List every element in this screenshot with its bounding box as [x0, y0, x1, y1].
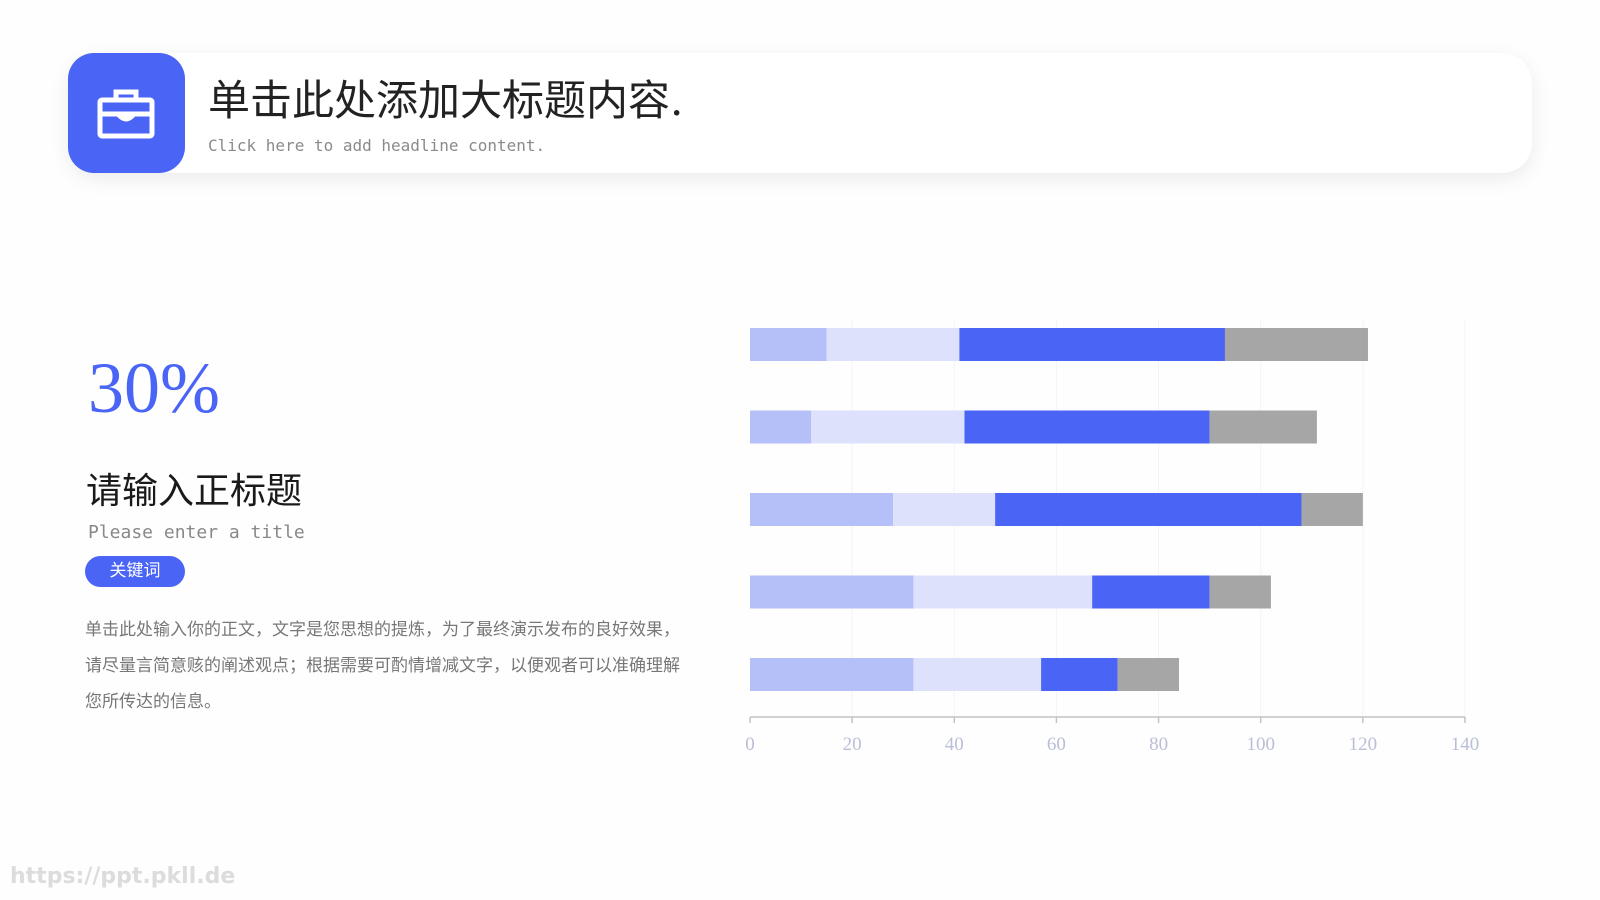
x-tick-label: 120: [1349, 734, 1378, 755]
bar-segment-2-2: [811, 410, 965, 444]
briefcase-icon: [97, 89, 155, 139]
bar-segment-4-3: [1092, 575, 1210, 609]
bar-segment-5-2: [913, 658, 1042, 691]
page-title: 单击此处添加大标题内容.: [208, 76, 684, 125]
x-tick-label: 80: [1149, 734, 1168, 755]
x-tick-label: 60: [1047, 734, 1066, 755]
bar-segment-1-2: [826, 328, 960, 361]
keyword-badge: 关键词: [85, 556, 185, 587]
bar-segment-3-4: [1301, 493, 1363, 526]
x-tick-label: 0: [745, 734, 755, 755]
slide: 单击此处添加大标题内容. Click here to add headline …: [0, 0, 1600, 900]
page-subtitle: Click here to add headline content.: [208, 136, 546, 155]
x-tick-label: 140: [1451, 734, 1480, 755]
bar-segment-5-3: [1041, 658, 1118, 691]
section-title: 请输入正标题: [86, 471, 303, 512]
header-icon-box: [68, 53, 185, 173]
bar-segment-3-1: [750, 493, 893, 526]
x-tick-label: 100: [1246, 734, 1275, 755]
bar-segment-4-4: [1209, 575, 1271, 609]
bar-segment-3-3: [995, 493, 1302, 526]
x-tick-label: 40: [945, 734, 964, 755]
body-paragraph: 单击此处输入你的正文，文字是您思想的提炼，为了最终演示发布的良好效果，请尽量言简…: [85, 620, 680, 712]
percent-value: 30%: [88, 348, 220, 428]
bar-segment-2-3: [964, 410, 1210, 444]
section-subtitle: Please enter a title: [88, 522, 305, 543]
watermark: https://ppt.pkll.de: [10, 864, 236, 889]
bar-segment-4-2: [913, 575, 1093, 609]
bar-segment-2-1: [750, 410, 812, 444]
bar-segment-5-1: [750, 658, 914, 691]
bar-segment-1-1: [750, 328, 827, 361]
bar-segment-2-4: [1209, 410, 1317, 444]
x-tick-label: 20: [843, 734, 862, 755]
bar-segment-1-4: [1224, 328, 1368, 361]
bar-segment-3-2: [893, 493, 996, 526]
bar-segment-5-4: [1117, 658, 1179, 691]
stacked-bar-chart: 0 20 40 60 80 100 120 140: [745, 320, 1480, 755]
bar-segment-4-1: [750, 575, 914, 609]
bar-segment-1-3: [959, 328, 1225, 361]
